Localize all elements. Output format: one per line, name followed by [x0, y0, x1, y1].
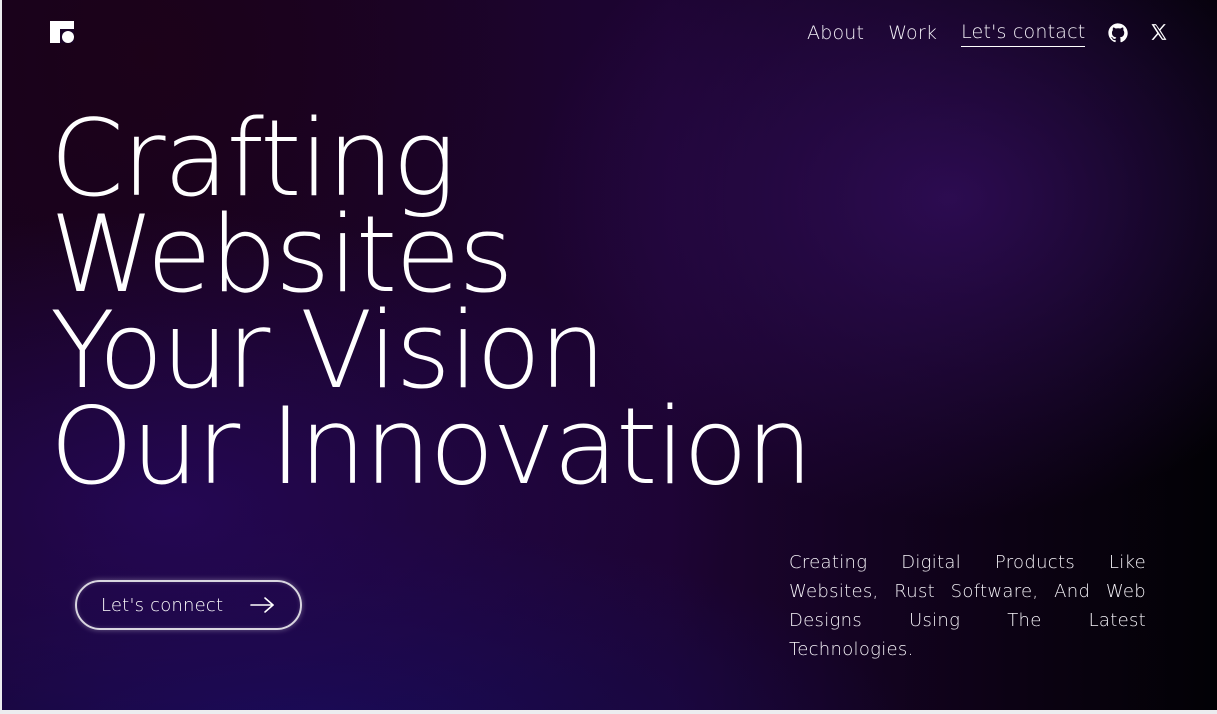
headline-line-4: Our Innovation	[50, 385, 813, 508]
github-icon[interactable]	[1107, 22, 1129, 44]
brand-logo-icon[interactable]	[50, 21, 74, 43]
nav-link-about[interactable]: About	[807, 19, 864, 47]
arrow-right-icon	[250, 597, 274, 613]
lets-connect-button[interactable]: Let's connect	[75, 580, 302, 630]
hero-section: About Work Let's contact Crafting Websit…	[2, 0, 1217, 710]
nav-link-contact[interactable]: Let's contact	[961, 18, 1086, 47]
cta-label: Let's connect	[101, 594, 224, 616]
x-icon[interactable]	[1149, 22, 1171, 44]
hero-headline: Crafting Websites Your Vision Our Innova…	[50, 106, 813, 508]
page-bottom-edge	[0, 710, 1217, 714]
main-nav: About Work Let's contact	[807, 18, 1171, 47]
nav-link-work[interactable]: Work	[888, 19, 937, 47]
hero-description: Creating Digital Products Like Websites,…	[789, 552, 1146, 660]
